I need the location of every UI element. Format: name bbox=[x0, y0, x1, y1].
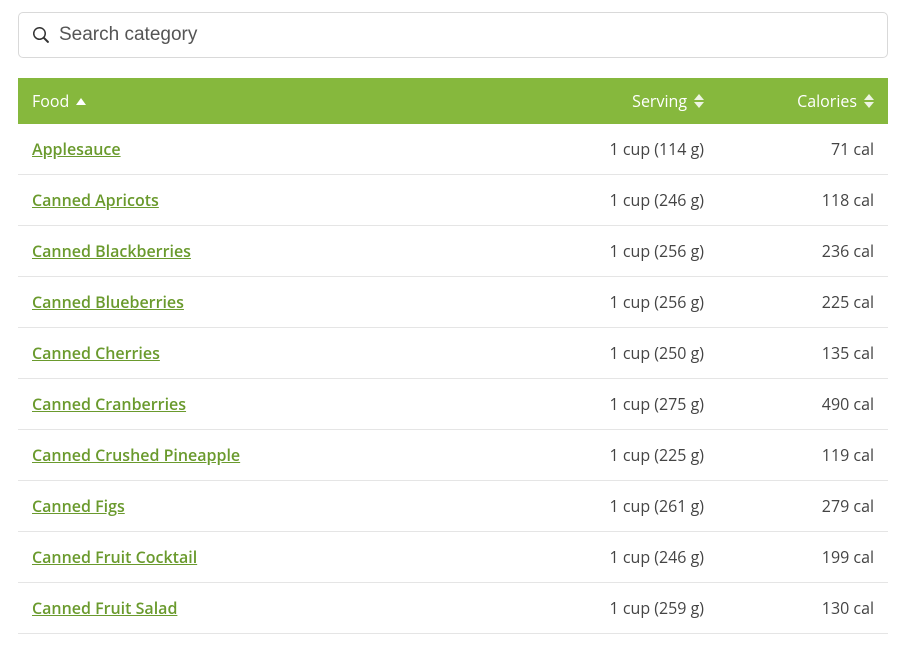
cell-serving: 1 cup (256 g) bbox=[518, 277, 718, 328]
sort-icon bbox=[694, 94, 704, 108]
food-link[interactable]: Canned Cranberries bbox=[32, 393, 186, 415]
cell-food: Canned Fruit Cocktail bbox=[18, 532, 518, 583]
cell-food: Canned Cranberries bbox=[18, 379, 518, 430]
column-header-calories-label: Calories bbox=[797, 90, 857, 112]
table-row: Canned Fruit Salad 1 cup (259 g)130 cal bbox=[18, 583, 888, 634]
cell-calories: 236 cal bbox=[718, 226, 888, 277]
table-row: Canned Blueberries 1 cup (256 g)225 cal bbox=[18, 277, 888, 328]
food-link[interactable]: Canned Figs bbox=[32, 495, 125, 517]
cell-serving: 1 cup (250 g) bbox=[518, 328, 718, 379]
food-link[interactable]: Canned Apricots bbox=[32, 189, 159, 211]
cell-calories: 225 cal bbox=[718, 277, 888, 328]
food-link[interactable]: Applesauce bbox=[32, 138, 121, 160]
cell-serving: 1 cup (225 g) bbox=[518, 430, 718, 481]
cell-food: Canned Cherries bbox=[18, 328, 518, 379]
cell-food: Canned Blueberries bbox=[18, 277, 518, 328]
search-box[interactable] bbox=[18, 12, 888, 58]
food-link[interactable]: Canned Crushed Pineapple bbox=[32, 444, 240, 466]
column-header-serving-label: Serving bbox=[632, 90, 687, 112]
cell-calories: 119 cal bbox=[718, 430, 888, 481]
sort-icon bbox=[864, 94, 874, 108]
cell-serving: 1 cup (246 g) bbox=[518, 175, 718, 226]
column-header-serving[interactable]: Serving bbox=[518, 78, 718, 124]
cell-serving: 1 cup (261 g) bbox=[518, 481, 718, 532]
cell-food: Canned Figs bbox=[18, 481, 518, 532]
cell-serving: 1 cup (246 g) bbox=[518, 532, 718, 583]
table-row: Canned Apricots 1 cup (246 g)118 cal bbox=[18, 175, 888, 226]
table-row: Applesauce 1 cup (114 g)71 cal bbox=[18, 124, 888, 175]
column-header-food[interactable]: Food bbox=[18, 78, 518, 124]
cell-serving: 1 cup (256 g) bbox=[518, 226, 718, 277]
table-row: Canned Fruit Cocktail 1 cup (246 g)199 ca… bbox=[18, 532, 888, 583]
cell-serving: 1 cup (114 g) bbox=[518, 124, 718, 175]
cell-calories: 279 cal bbox=[718, 481, 888, 532]
cell-calories: 130 cal bbox=[718, 583, 888, 634]
table-row: Canned Cherries 1 cup (250 g)135 cal bbox=[18, 328, 888, 379]
cell-food: Canned Fruit Salad bbox=[18, 583, 518, 634]
cell-calories: 490 cal bbox=[718, 379, 888, 430]
table-row: Canned Crushed Pineapple 1 cup (225 g)119… bbox=[18, 430, 888, 481]
search-input[interactable] bbox=[59, 24, 873, 46]
table-row: Canned Figs 1 cup (261 g)279 cal bbox=[18, 481, 888, 532]
sort-asc-icon bbox=[76, 98, 86, 105]
column-header-calories[interactable]: Calories bbox=[718, 78, 888, 124]
table-row: Canned Blackberries 1 cup (256 g)236 cal bbox=[18, 226, 888, 277]
food-link[interactable]: Canned Blueberries bbox=[32, 291, 184, 313]
food-link[interactable]: Canned Fruit Cocktail bbox=[32, 546, 197, 568]
cell-food: Canned Crushed Pineapple bbox=[18, 430, 518, 481]
cell-serving: 1 cup (275 g) bbox=[518, 379, 718, 430]
table-row: Canned Cranberries 1 cup (275 g)490 cal bbox=[18, 379, 888, 430]
cell-food: Canned Blackberries bbox=[18, 226, 518, 277]
cell-calories: 135 cal bbox=[718, 328, 888, 379]
cell-calories: 71 cal bbox=[718, 124, 888, 175]
cell-food: Canned Apricots bbox=[18, 175, 518, 226]
cell-food: Applesauce bbox=[18, 124, 518, 175]
food-link[interactable]: Canned Cherries bbox=[32, 342, 160, 364]
table-header-row: Food Serving bbox=[18, 78, 888, 124]
column-header-food-label: Food bbox=[32, 90, 69, 112]
food-link[interactable]: Canned Fruit Salad bbox=[32, 597, 177, 619]
cell-calories: 118 cal bbox=[718, 175, 888, 226]
cell-calories: 199 cal bbox=[718, 532, 888, 583]
food-link[interactable]: Canned Blackberries bbox=[32, 240, 191, 262]
search-icon bbox=[33, 27, 49, 43]
calorie-table: Food Serving bbox=[18, 78, 888, 634]
cell-serving: 1 cup (259 g) bbox=[518, 583, 718, 634]
